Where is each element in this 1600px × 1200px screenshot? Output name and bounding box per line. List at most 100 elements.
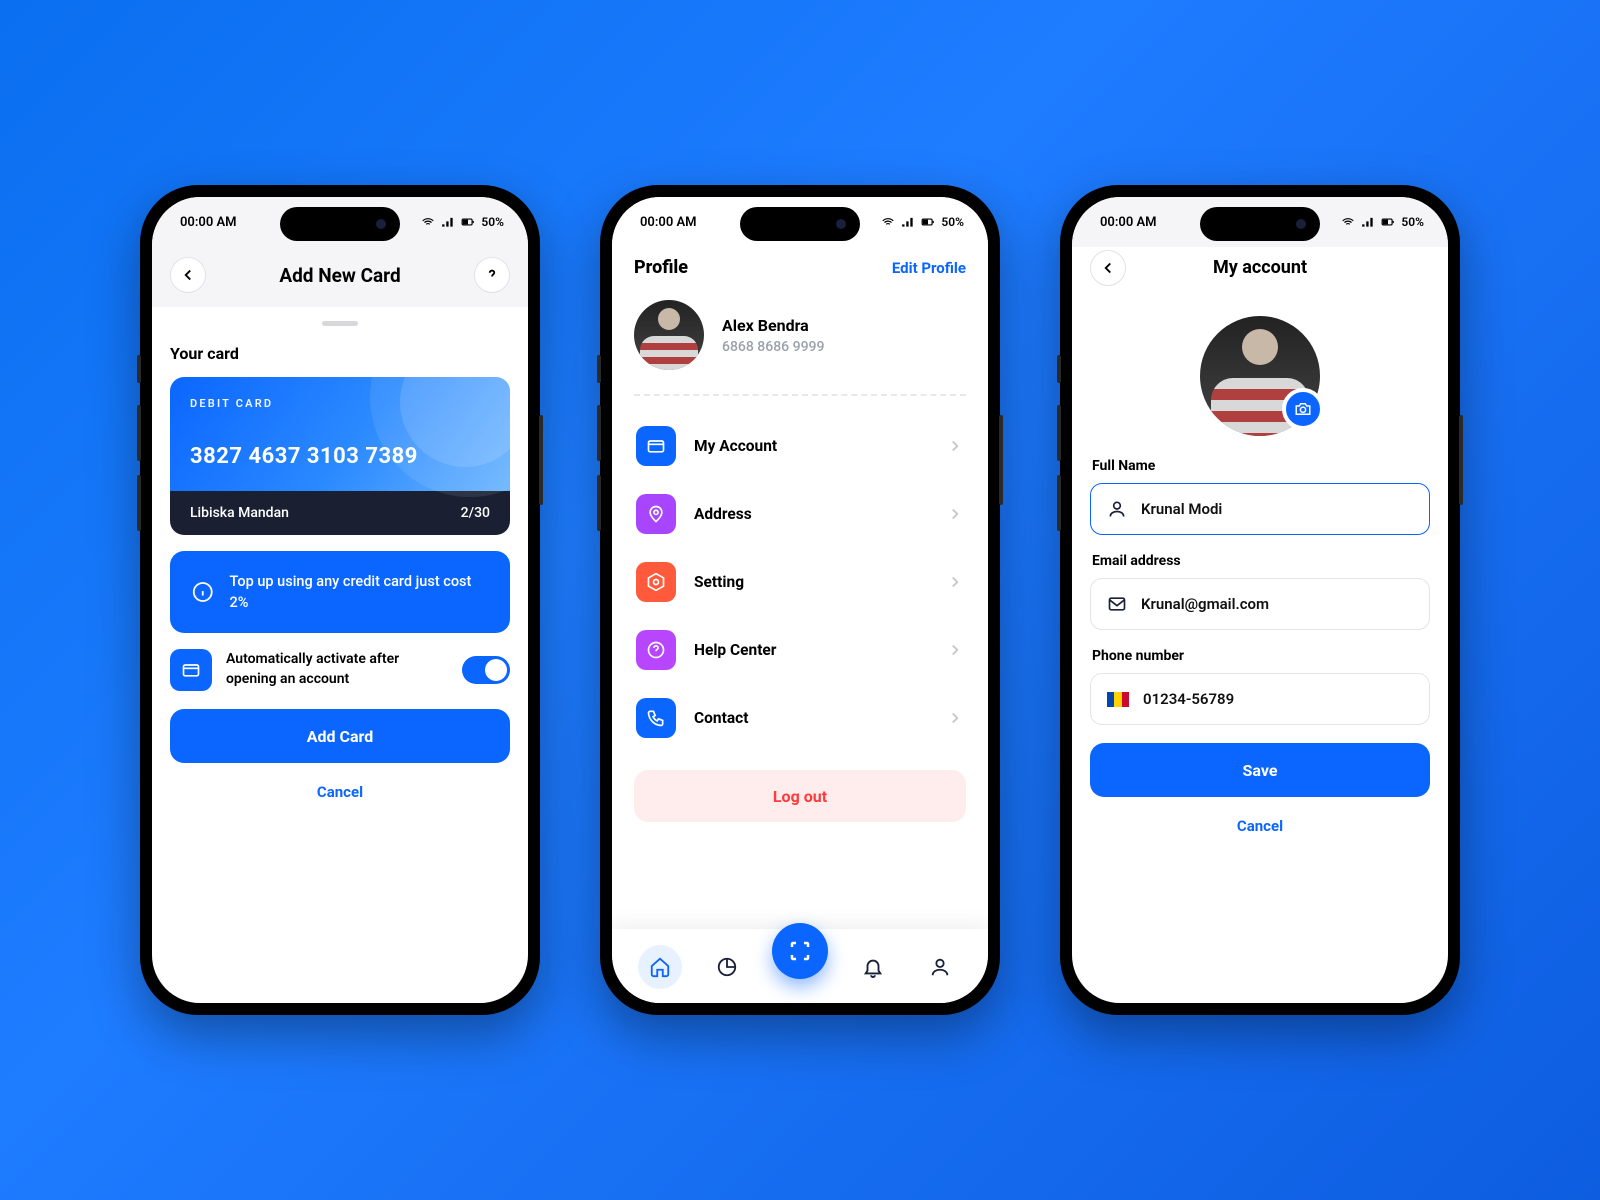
- card-expiry: 2/30: [461, 505, 490, 521]
- chevron-right-icon: [946, 437, 964, 455]
- screen-title: My account: [1213, 257, 1307, 278]
- camera-icon: [1294, 400, 1312, 418]
- email-field[interactable]: Krunal@gmail.com: [1090, 578, 1430, 630]
- tab-home[interactable]: [638, 945, 682, 989]
- signal-icon: [901, 215, 915, 229]
- chevron-right-icon: [946, 505, 964, 523]
- topup-info: Top up using any credit card just cost 2…: [170, 551, 510, 633]
- menu-my-account[interactable]: My Account: [634, 412, 966, 480]
- help-icon: [646, 640, 666, 660]
- phone-icon: [646, 708, 666, 728]
- battery-icon: [921, 215, 935, 229]
- notch: [1200, 207, 1320, 241]
- change-photo-button[interactable]: [1282, 388, 1324, 430]
- status-battery: 50%: [941, 215, 964, 229]
- screen-title: Profile: [634, 257, 688, 278]
- menu-label: Help Center: [694, 641, 928, 659]
- card-icon: [181, 660, 201, 680]
- menu-help[interactable]: Help Center: [634, 616, 966, 684]
- menu-setting[interactable]: Setting: [634, 548, 966, 616]
- status-time: 00:00 AM: [180, 215, 237, 230]
- status-battery: 50%: [1401, 215, 1424, 229]
- status-time: 00:00 AM: [640, 215, 697, 230]
- question-icon: [483, 266, 501, 284]
- signal-icon: [1361, 215, 1375, 229]
- battery-icon: [461, 215, 475, 229]
- help-button[interactable]: [474, 257, 510, 293]
- pie-chart-icon: [716, 956, 738, 978]
- tab-bar: [612, 929, 988, 1003]
- notch: [740, 207, 860, 241]
- chevron-left-icon: [179, 266, 197, 284]
- fullname-field[interactable]: Krunal Modi: [1090, 483, 1430, 535]
- edit-profile-link[interactable]: Edit Profile: [892, 259, 966, 277]
- cancel-button[interactable]: Cancel: [170, 775, 510, 809]
- gear-icon: [646, 572, 666, 592]
- card-type-label: DEBIT CARD: [190, 397, 490, 410]
- battery-icon: [1381, 215, 1395, 229]
- auto-activate-toggle[interactable]: [462, 656, 510, 684]
- fullname-label: Full Name: [1092, 458, 1430, 474]
- card-icon: [646, 436, 666, 456]
- wifi-icon: [1341, 215, 1355, 229]
- avatar[interactable]: [634, 300, 704, 370]
- chevron-left-icon: [1099, 259, 1117, 277]
- phone-value: 01234-56789: [1143, 690, 1234, 708]
- info-icon: [192, 581, 214, 603]
- tab-notifications[interactable]: [851, 945, 895, 989]
- chevron-right-icon: [946, 709, 964, 727]
- phone-field[interactable]: 01234-56789: [1090, 673, 1430, 725]
- email-label: Email address: [1092, 553, 1430, 569]
- back-button[interactable]: [170, 257, 206, 293]
- topup-info-text: Top up using any credit card just cost 2…: [230, 571, 488, 613]
- fullname-value: Krunal Modi: [1141, 500, 1222, 518]
- card-number: 3827 4637 3103 7389: [190, 444, 490, 469]
- home-icon: [649, 956, 671, 978]
- divider: [634, 394, 966, 396]
- phone-add-card: 00:00 AM 50% Add New Card Your card DEBI…: [140, 185, 540, 1015]
- tab-profile[interactable]: [918, 945, 962, 989]
- avatar-section: [1200, 316, 1320, 436]
- signal-icon: [441, 215, 455, 229]
- chevron-right-icon: [946, 573, 964, 591]
- phone-label: Phone number: [1092, 648, 1430, 664]
- section-title: Your card: [170, 344, 510, 363]
- profile-number: 6868 8686 9999: [722, 339, 824, 355]
- menu-contact[interactable]: Contact: [634, 684, 966, 752]
- wifi-icon: [881, 215, 895, 229]
- menu-label: My Account: [694, 437, 928, 455]
- tab-stats[interactable]: [705, 945, 749, 989]
- bell-icon: [862, 956, 884, 978]
- user-icon: [929, 956, 951, 978]
- country-flag-icon[interactable]: [1107, 692, 1129, 707]
- phone-profile: 00:00 AM 50% Profile Edit Profile Alex B…: [600, 185, 1000, 1015]
- save-button[interactable]: Save: [1090, 743, 1430, 797]
- profile-name: Alex Bendra: [722, 316, 824, 335]
- card-holder: Libiska Mandan: [190, 505, 289, 521]
- auto-activate-row: Automatically activate after opening an …: [170, 649, 510, 691]
- status-battery: 50%: [481, 215, 504, 229]
- menu-label: Contact: [694, 709, 928, 727]
- logout-button[interactable]: Log out: [634, 770, 966, 822]
- scan-fab[interactable]: [772, 923, 828, 979]
- chevron-right-icon: [946, 641, 964, 659]
- screen-title: Add New Card: [279, 264, 400, 287]
- menu-label: Address: [694, 505, 928, 523]
- menu-address[interactable]: Address: [634, 480, 966, 548]
- auto-activate-text: Automatically activate after opening an …: [226, 650, 448, 689]
- scan-icon: [788, 939, 812, 963]
- debit-card[interactable]: DEBIT CARD 3827 4637 3103 7389 Libiska M…: [170, 377, 510, 535]
- status-time: 00:00 AM: [1100, 215, 1157, 230]
- wifi-icon: [421, 215, 435, 229]
- user-icon: [1107, 499, 1127, 519]
- back-button[interactable]: [1090, 250, 1126, 286]
- card-icon-box: [170, 649, 212, 691]
- menu-label: Setting: [694, 573, 928, 591]
- profile-header: Alex Bendra 6868 8686 9999: [612, 284, 988, 380]
- mail-icon: [1107, 594, 1127, 614]
- cancel-button[interactable]: Cancel: [1090, 809, 1430, 843]
- phone-my-account: 00:00 AM 50% My account Full Name: [1060, 185, 1460, 1015]
- notch: [280, 207, 400, 241]
- email-value: Krunal@gmail.com: [1141, 595, 1269, 613]
- add-card-button[interactable]: Add Card: [170, 709, 510, 763]
